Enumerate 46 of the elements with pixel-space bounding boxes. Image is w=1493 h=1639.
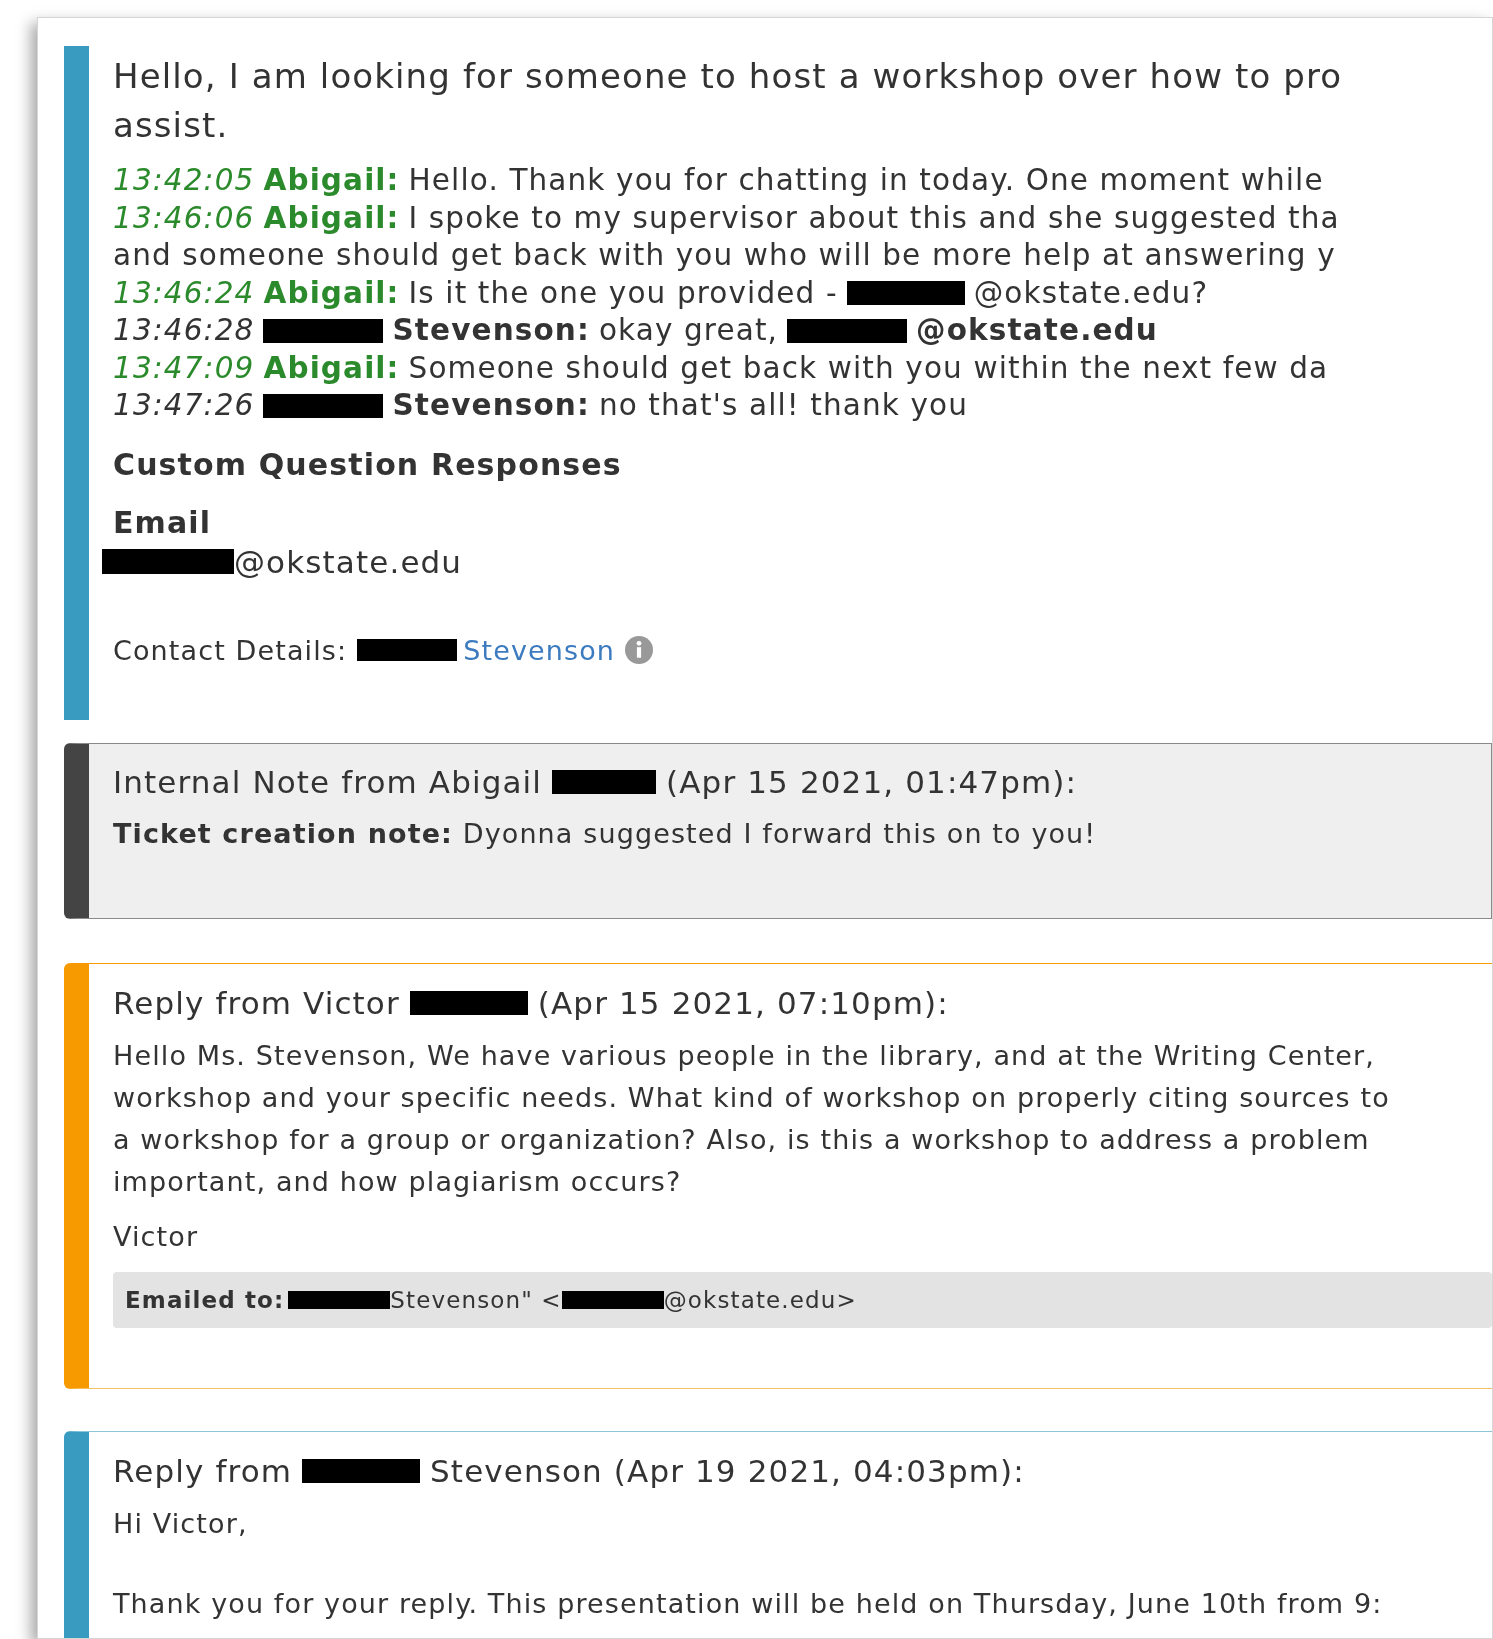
message-text: I spoke to my supervisor about this and she suggested tha [408,199,1340,237]
recipient-text: Stevenson" < [390,1287,562,1313]
speaker-name: Abigail: [263,199,400,237]
message-text: @okstate.edu? [973,274,1209,312]
info-icon[interactable] [625,636,654,664]
emailed-label: Emailed to: [125,1287,285,1313]
recipient-text: @okstate.edu> [663,1287,857,1313]
reply-text: Hello Ms. Stevenson, We have various people in the library, and at the Writing Center, [113,1039,1376,1073]
speaker-name: Abigail: [263,274,400,312]
reply-text: Hi Victor, [113,1507,249,1541]
message-text: @okstate.edu [916,312,1158,349]
reply-heading: Reply from [113,1453,293,1489]
field-value: @okstate.edu [234,543,463,580]
note-heading: Internal Note from Abigail [113,764,543,800]
speaker-name: Abigail: [263,349,400,387]
note-heading: (Apr 15 2021, 01:47pm): [666,764,1078,800]
timestamp: 13:47:26 [113,387,255,424]
reply-text: a workshop for a group or organization? Also, is this a workshop to address a problem [113,1123,1371,1157]
reply-heading: Reply from Victor [113,985,400,1021]
timestamp: 13:46:28 [113,312,255,349]
timestamp: 13:47:09 [113,349,255,387]
speaker-name: Abigail: [263,162,400,199]
message-text: Is it the one you provided - [408,274,838,312]
contact-link[interactable]: Stevenson [463,634,616,666]
reply-text: Thank you for your reply. This presentation will be held on Thursday, June 10th from 9: [113,1587,1384,1621]
section-heading: Custom Question Responses [113,446,623,482]
message-text: okay great, [598,312,779,349]
reply-heading: Stevenson (Apr 19 2021, 04:03pm): [430,1453,1025,1489]
reply-text: important, and how plagiarism occurs? [113,1165,683,1199]
timestamp: 13:46:24 [113,274,255,312]
message-text: Hello. Thank you for chatting in today. One moment while [408,162,1324,199]
question-line: Hello, I am looking for someone to host a workshop over how to pro [113,55,1344,98]
reply-heading: (Apr 15 2021, 07:10pm): [537,985,949,1021]
message-text: Someone should get back with you within the next few da [408,349,1329,387]
message-text: and someone should get back with you who will be more help at answering y [113,237,1336,274]
message-text: no that's all! thank you [598,387,968,424]
note-text: Ticket creation note: Dyonna suggested I forward this on to you! [113,818,1098,849]
speaker-name: Stevenson: [392,312,590,349]
signature-text: Victor [113,1221,200,1252]
contact-label: Contact Details: [113,634,348,666]
question-line: assist. [113,104,230,147]
timestamp: 13:46:06 [113,199,255,237]
timestamp: 13:42:05 [113,162,255,199]
reply-text: workshop and your specific needs. What kind of workshop on properly citing sources to [113,1081,1391,1115]
field-label: Email [113,504,213,540]
speaker-name: Stevenson: [392,387,590,424]
